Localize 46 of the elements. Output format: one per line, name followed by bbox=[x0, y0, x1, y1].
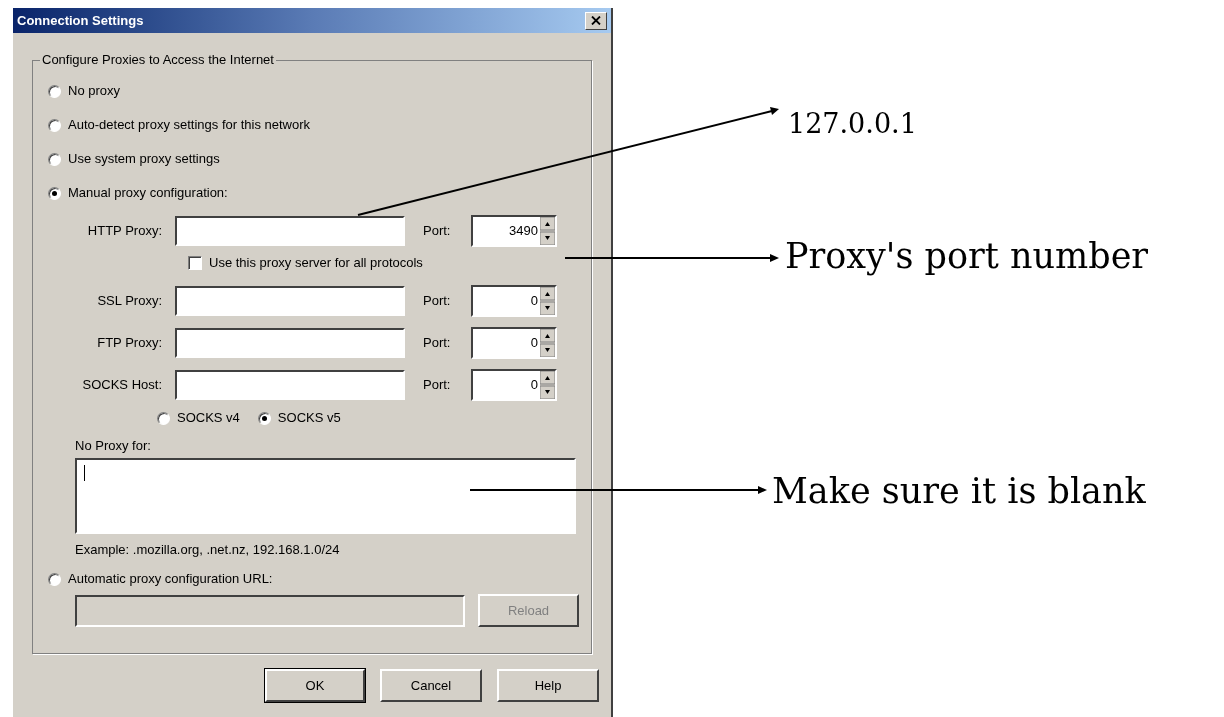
proxy-host-field[interactable] bbox=[175, 216, 405, 246]
field-label: HTTP Proxy: bbox=[86, 223, 163, 239]
option-label: SOCKS v4 bbox=[177, 410, 240, 426]
radio-button[interactable] bbox=[48, 118, 61, 132]
option-label: Auto-detect proxy settings for this network bbox=[68, 117, 311, 133]
proxy-host-field[interactable] bbox=[175, 328, 405, 358]
text-cursor bbox=[84, 465, 85, 481]
port-spinner[interactable]: 0 bbox=[471, 327, 557, 359]
annotation-text: Proxy's port number bbox=[785, 235, 1149, 277]
group-title: Configure Proxies to Access the Internet bbox=[40, 52, 276, 68]
port-spinner[interactable]: 0 bbox=[471, 285, 557, 317]
option-label: Manual proxy configuration: bbox=[68, 185, 228, 201]
field-label: No Proxy for: bbox=[75, 438, 152, 454]
annotation-text: Make sure it is blank bbox=[772, 470, 1146, 512]
close-button[interactable] bbox=[585, 11, 607, 30]
field-label: Port: bbox=[423, 335, 452, 351]
field-label: Port: bbox=[423, 223, 452, 239]
dialog-button[interactable]: Help bbox=[497, 669, 599, 702]
option-label: No proxy bbox=[68, 83, 121, 99]
proxy-host-field[interactable] bbox=[175, 286, 405, 316]
spin-buttons[interactable] bbox=[540, 329, 555, 357]
no-proxy-field[interactable] bbox=[75, 458, 576, 534]
window-title: Connection Settings bbox=[17, 11, 144, 30]
field-label: Port: bbox=[423, 293, 452, 309]
option-label: SOCKS v5 bbox=[277, 410, 341, 426]
checkbox[interactable] bbox=[188, 256, 202, 270]
field-label: SOCKS Host: bbox=[81, 377, 163, 393]
field-label: Port: bbox=[423, 377, 452, 393]
example-hint: Example: .mozilla.org, .net.nz, 192.168.1.0/24 bbox=[75, 542, 341, 558]
spin-buttons[interactable] bbox=[540, 287, 555, 315]
radio-button[interactable] bbox=[48, 186, 61, 200]
option-label: Automatic proxy configuration URL: bbox=[68, 571, 273, 587]
proxy-host-field[interactable] bbox=[175, 370, 405, 400]
annotation-text: 127.0.0.1 bbox=[788, 108, 917, 141]
dialog-button[interactable]: OK bbox=[265, 669, 365, 702]
dialog-button[interactable]: Cancel bbox=[380, 669, 482, 702]
field-label: SSL Proxy: bbox=[96, 293, 163, 309]
port-spinner[interactable]: 3490 bbox=[471, 215, 557, 247]
radio-button[interactable] bbox=[257, 411, 271, 425]
option-label: Use this proxy server for all protocols bbox=[209, 255, 423, 271]
port-spinner[interactable]: 0 bbox=[471, 369, 557, 401]
field-label: FTP Proxy: bbox=[96, 335, 163, 351]
spin-buttons[interactable] bbox=[540, 371, 555, 399]
close-icon bbox=[591, 16, 601, 25]
option-label: Use system proxy settings bbox=[68, 151, 220, 167]
spin-buttons[interactable] bbox=[540, 217, 555, 245]
